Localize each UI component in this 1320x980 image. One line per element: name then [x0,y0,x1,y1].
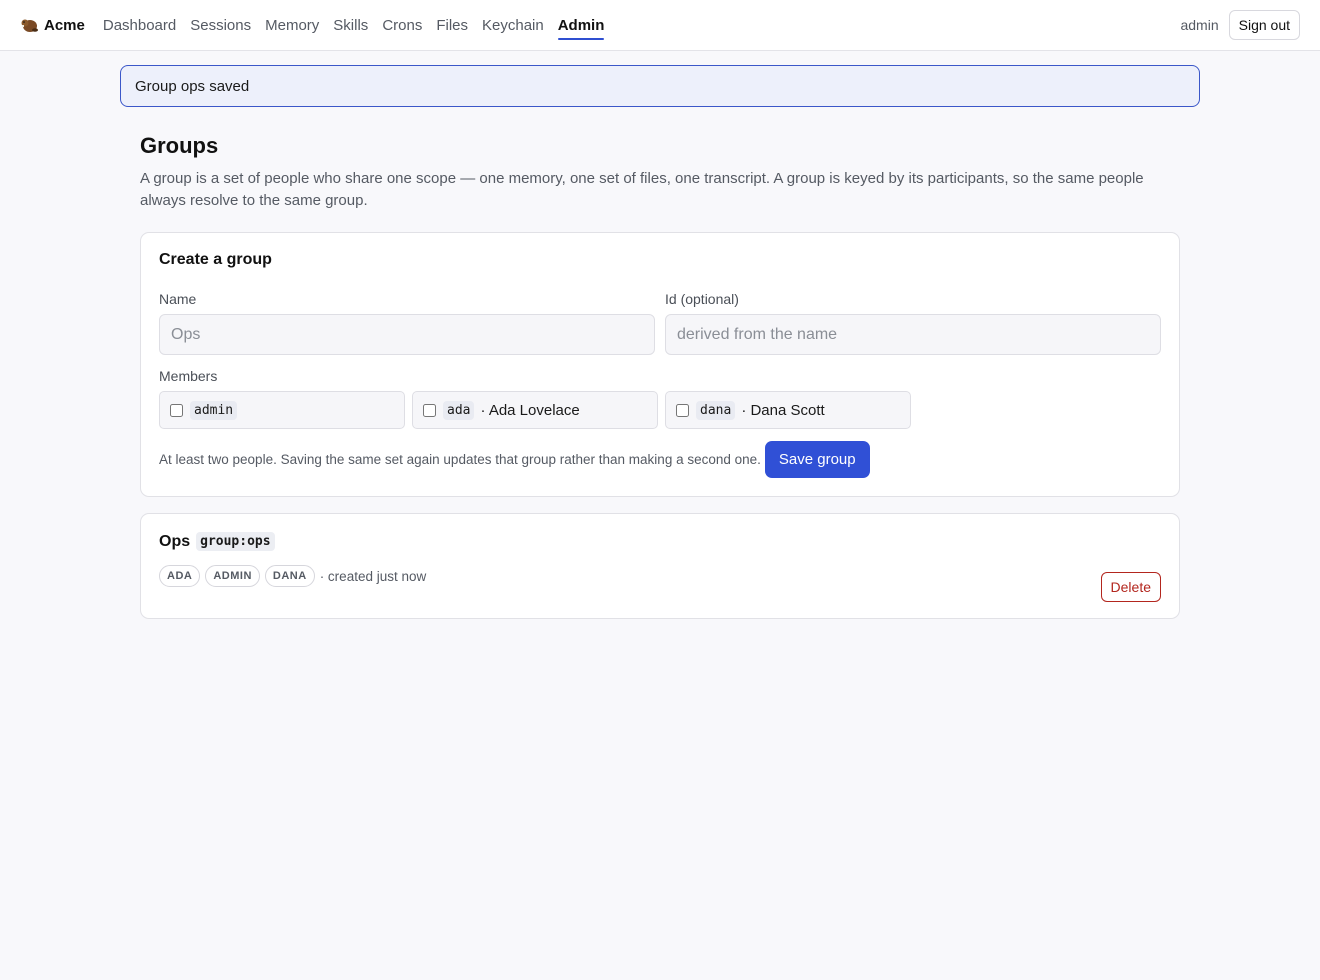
flash-message: Group ops saved [120,65,1200,107]
member-id-chip: dana [696,400,736,420]
group-created: · created just now [319,568,427,584]
nav-item-crons[interactable]: Crons [382,0,422,50]
save-group-button[interactable]: Save group [764,441,870,478]
member-id-chip: admin [190,400,238,420]
id-field-wrap: Id (optional) [665,291,1161,355]
member-name: · Ada Lovelace [480,401,580,419]
member-option-admin[interactable]: admin [159,391,405,429]
member-badge: ADA [159,565,201,587]
topbar-right: admin Sign out [1180,10,1300,40]
main-content: Groups A group is a set of people who sh… [140,133,1180,619]
nav-item-files[interactable]: Files [436,0,468,50]
main-nav: Dashboard Sessions Memory Skills Crons Files K… [103,0,604,50]
nav-item-keychain[interactable]: Keychain [482,0,544,50]
member-option-dana[interactable]: dana · Dana Scott [665,391,911,429]
form-hint: At least two people. Saving the same set… [159,452,761,467]
group-header: Ops group:ops [159,532,1161,551]
groups-list: Ops group:ops ADA ADMIN DANA · created just n… [140,513,1180,619]
member-checkbox-dana[interactable] [676,403,689,417]
top-nav-bar: Acme Dashboard Sessions Memory Skills Crons F… [0,0,1320,51]
member-badge: ADMIN [205,565,260,587]
member-checkbox-ada[interactable] [423,403,436,417]
current-user: admin [1180,17,1219,33]
member-id-chip: ada [443,400,475,420]
id-input[interactable] [665,314,1161,355]
nav-item-dashboard[interactable]: Dashboard [103,0,176,50]
create-group-title: Create a group [159,251,272,268]
flash-text: Group ops saved [135,77,250,95]
delete-group-button[interactable]: Delete [1100,572,1161,602]
nav-item-skills[interactable]: Skills [333,0,368,50]
brand[interactable]: Acme [20,16,85,34]
group-meta: ADA ADMIN DANA · created just now [159,565,1161,587]
name-input[interactable] [159,314,655,355]
member-option-ada[interactable]: ada · Ada Lovelace [412,391,658,429]
group-id-chip: group:ops [196,532,275,551]
member-badge: DANA [264,565,315,587]
members-list: admin ada · Ada Lovelace dana · Dana Scott [159,391,1161,429]
member-checkbox-admin[interactable] [170,403,183,417]
id-label: Id (optional) [665,291,739,307]
brand-name: Acme [44,16,85,34]
group-name: Ops [159,532,191,550]
name-id-row: Name Id (optional) [159,291,1161,355]
page-description: A group is a set of people who share one… [140,170,1144,209]
group-card: Ops group:ops ADA ADMIN DANA · created just n… [140,513,1180,619]
sign-out-button[interactable]: Sign out [1228,10,1300,40]
nav-item-sessions[interactable]: Sessions [190,0,251,50]
nav-item-memory[interactable]: Memory [265,0,319,50]
name-field-wrap: Name [159,291,655,355]
member-name: · Dana Scott [741,401,825,419]
name-label: Name [159,291,197,307]
create-group-card: Create a group Name Id (optional) Member… [140,232,1180,497]
nav-item-admin[interactable]: Admin [557,0,604,50]
form-footer: At least two people. Saving the same set… [159,441,1161,478]
page-title: Groups [140,133,219,158]
beaver-logo-icon [20,16,38,34]
members-label: Members [159,368,218,384]
